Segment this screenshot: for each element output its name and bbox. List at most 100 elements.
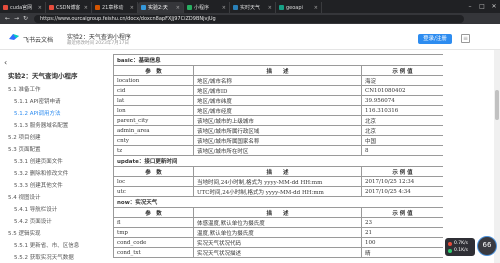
table-cell: cid xyxy=(113,85,194,96)
tab-close-icon[interactable]: × xyxy=(314,5,318,11)
table-cell: UTC时间,24小时制,格式为 yyyy-MM-dd HH:mm xyxy=(193,186,362,197)
table-cell: 示 例 值 xyxy=(361,207,443,218)
tab-close-icon[interactable]: × xyxy=(222,5,226,11)
forward-icon[interactable]: → xyxy=(12,15,21,22)
login-button[interactable]: 登录/注册 xyxy=(418,34,452,44)
table-header-row: 参 数描 述示 例 值 xyxy=(113,65,443,76)
tab-close-icon[interactable]: × xyxy=(268,5,272,11)
table-cell: location xyxy=(113,75,194,86)
tab-favicon-icon xyxy=(187,5,192,10)
table-cell: 21 xyxy=(361,227,443,238)
outline-item[interactable]: 5.2 项目创建 xyxy=(0,132,80,144)
table-cell: 2017/10/25 4:34 xyxy=(361,186,443,197)
tab-label: cuda官网 xyxy=(10,5,33,11)
outline-item[interactable]: 5.1.1 API密钥申请 xyxy=(0,96,80,108)
tab-favicon-icon xyxy=(49,5,54,10)
browser-tab[interactable]: 21章移动 × xyxy=(92,2,138,13)
brand-name: 飞书云文档 xyxy=(23,37,54,44)
table-cell: 实况天气状况代码 xyxy=(193,237,362,248)
browser-tab[interactable]: geoapi × xyxy=(276,2,322,13)
collapse-sidebar-icon[interactable]: ‹ xyxy=(4,58,7,67)
table-cell: 8 xyxy=(361,145,443,156)
table-cell: tz xyxy=(113,145,194,156)
table-section-row: basic：基础信息 xyxy=(113,54,443,66)
table-cell: parent_city xyxy=(113,115,194,126)
performance-gauge[interactable]: 66 xyxy=(477,236,497,256)
tab-close-icon[interactable]: × xyxy=(38,5,42,11)
table-cell: fl xyxy=(113,217,194,228)
menu-icon[interactable]: ≡ xyxy=(461,34,470,43)
table-section-row: update：接口更新时间 xyxy=(113,155,443,167)
table-cell: lon xyxy=(113,105,194,116)
table-row: cond_code 实况天气状况代码 100 xyxy=(113,237,443,248)
table-cell: 示 例 值 xyxy=(361,166,443,177)
table-row: loc 当地时间,24小时制,格式为 yyyy-MM-dd HH:mm 2017/1… xyxy=(113,176,443,187)
table-cell: 实况天气状况描述 xyxy=(193,247,362,258)
outline-item[interactable]: 5.1 准备工作 xyxy=(0,84,80,96)
table-cell: 描 述 xyxy=(193,65,362,76)
outline-item[interactable]: 5.1.3 服务器域名配置 xyxy=(0,120,80,132)
table-cell: 参 数 xyxy=(113,207,194,218)
outline-item[interactable]: 5.5 逻辑实现 xyxy=(0,228,80,240)
table-header-row: 参 数描 述示 例 值 xyxy=(113,207,443,218)
table-cell: 23 xyxy=(361,217,443,228)
address-bar: ← → ↻ https://www.ourcaigroup.feishu.cn/… xyxy=(0,13,500,24)
table-cell: utc xyxy=(113,186,194,197)
browser-tab[interactable]: 实时天气 × xyxy=(230,2,276,13)
tab-close-icon[interactable]: × xyxy=(84,5,88,11)
doc-meta: 最近修改时间 2023年7月17日 xyxy=(67,41,129,46)
table-cell: now：实况天气 xyxy=(113,196,443,208)
table-cell: 100 xyxy=(361,237,443,248)
table-cell: 116.310316 xyxy=(361,105,443,116)
tab-close-icon[interactable]: × xyxy=(176,5,180,11)
outline-item[interactable]: 5.3.3 创建其他文件 xyxy=(0,180,80,192)
tab-label: 小程序 xyxy=(194,5,210,11)
back-icon[interactable]: ← xyxy=(3,15,12,22)
api-params-table: basic：基础信息参 数描 述示 例 值 location 地区/城市名称 海淀 ci… xyxy=(113,54,443,258)
table-cell: 中国 xyxy=(361,135,443,146)
table-cell: 该地区/城市的上级城市 xyxy=(193,115,362,126)
tab-favicon-icon xyxy=(279,5,284,10)
table-cell: 该地区/城市所属行政区域 xyxy=(193,125,362,136)
tab-favicon-icon xyxy=(233,5,238,10)
browser-tab[interactable]: cuda官网 × xyxy=(0,2,46,13)
outline-item[interactable]: 5.4 视图设计 xyxy=(0,192,80,204)
page-scrollbar[interactable] xyxy=(494,50,500,263)
outline-item[interactable]: 5.3.1 创建页面文件 xyxy=(0,156,80,168)
browser-tab[interactable]: CSDN博客 × xyxy=(46,2,92,13)
table-cell: 示 例 值 xyxy=(361,65,443,76)
table-section-row: now：实况天气 xyxy=(113,196,443,208)
table-cell: tmp xyxy=(113,227,194,238)
table-cell: 体感温度,默认单位为摄氏度 xyxy=(193,217,362,228)
table-cell: 地区/城市名称 xyxy=(193,75,362,86)
tab-close-icon[interactable]: × xyxy=(130,5,134,11)
document-body: basic：基础信息参 数描 述示 例 值 location 地区/城市名称 海淀 ci… xyxy=(113,54,443,263)
outline-item[interactable]: 5.5.1 更新省、市、区信息 xyxy=(0,240,80,252)
scrollbar-thumb[interactable] xyxy=(495,90,499,120)
maximize-icon[interactable]: □ xyxy=(476,3,488,10)
table-cell: 2017/10/25 12:34 xyxy=(361,176,443,187)
outline-item[interactable]: 5.5.2 获取实况天气数据 xyxy=(0,252,80,263)
table-row: cond_txt 实况天气状况描述晴 xyxy=(113,247,443,258)
outline-item[interactable]: 5.3.2 删除和修改文件 xyxy=(0,168,80,180)
table-cell: CN101080402 xyxy=(361,85,443,96)
minimize-icon[interactable]: – xyxy=(464,3,476,10)
outline-title[interactable]: 实验2：天气查询小程序 xyxy=(8,70,78,80)
outline-item[interactable]: 5.3 页面配置 xyxy=(0,144,80,156)
browser-tab-bar: cuda官网 × CSDN博客 × 21章移动 × 实验2:天 × 小程序 × 实时天气 × geoap… xyxy=(0,0,500,13)
table-cell: loc xyxy=(113,176,194,187)
table-row: cid 地区/城市ID CN101080402 xyxy=(113,85,443,96)
table-cell: 该地区/城市所属国家名称 xyxy=(193,135,362,146)
outline-item[interactable]: 5.4.1 导航栏设计 xyxy=(0,204,80,216)
close-icon[interactable]: ✕ xyxy=(488,3,500,10)
url-field[interactable]: https://www.ourcaigroup.feishu.cn/docx/d… xyxy=(34,14,464,23)
tab-favicon-icon xyxy=(95,5,100,10)
table-cell: 描 述 xyxy=(193,166,362,177)
browser-tab[interactable]: 实验2:天 × xyxy=(138,2,184,13)
reload-icon[interactable]: ↻ xyxy=(21,15,30,22)
browser-tab[interactable]: 小程序 × xyxy=(184,2,230,13)
table-row: lon 地区/城市经度 116.310316 xyxy=(113,105,443,116)
outline-item[interactable]: 5.1.2 API调用方法 xyxy=(0,108,80,120)
outline-item[interactable]: 5.4.2 页面设计 xyxy=(0,216,80,228)
table-row: tmp 温度,默认单位为摄氏度 21 xyxy=(113,227,443,238)
